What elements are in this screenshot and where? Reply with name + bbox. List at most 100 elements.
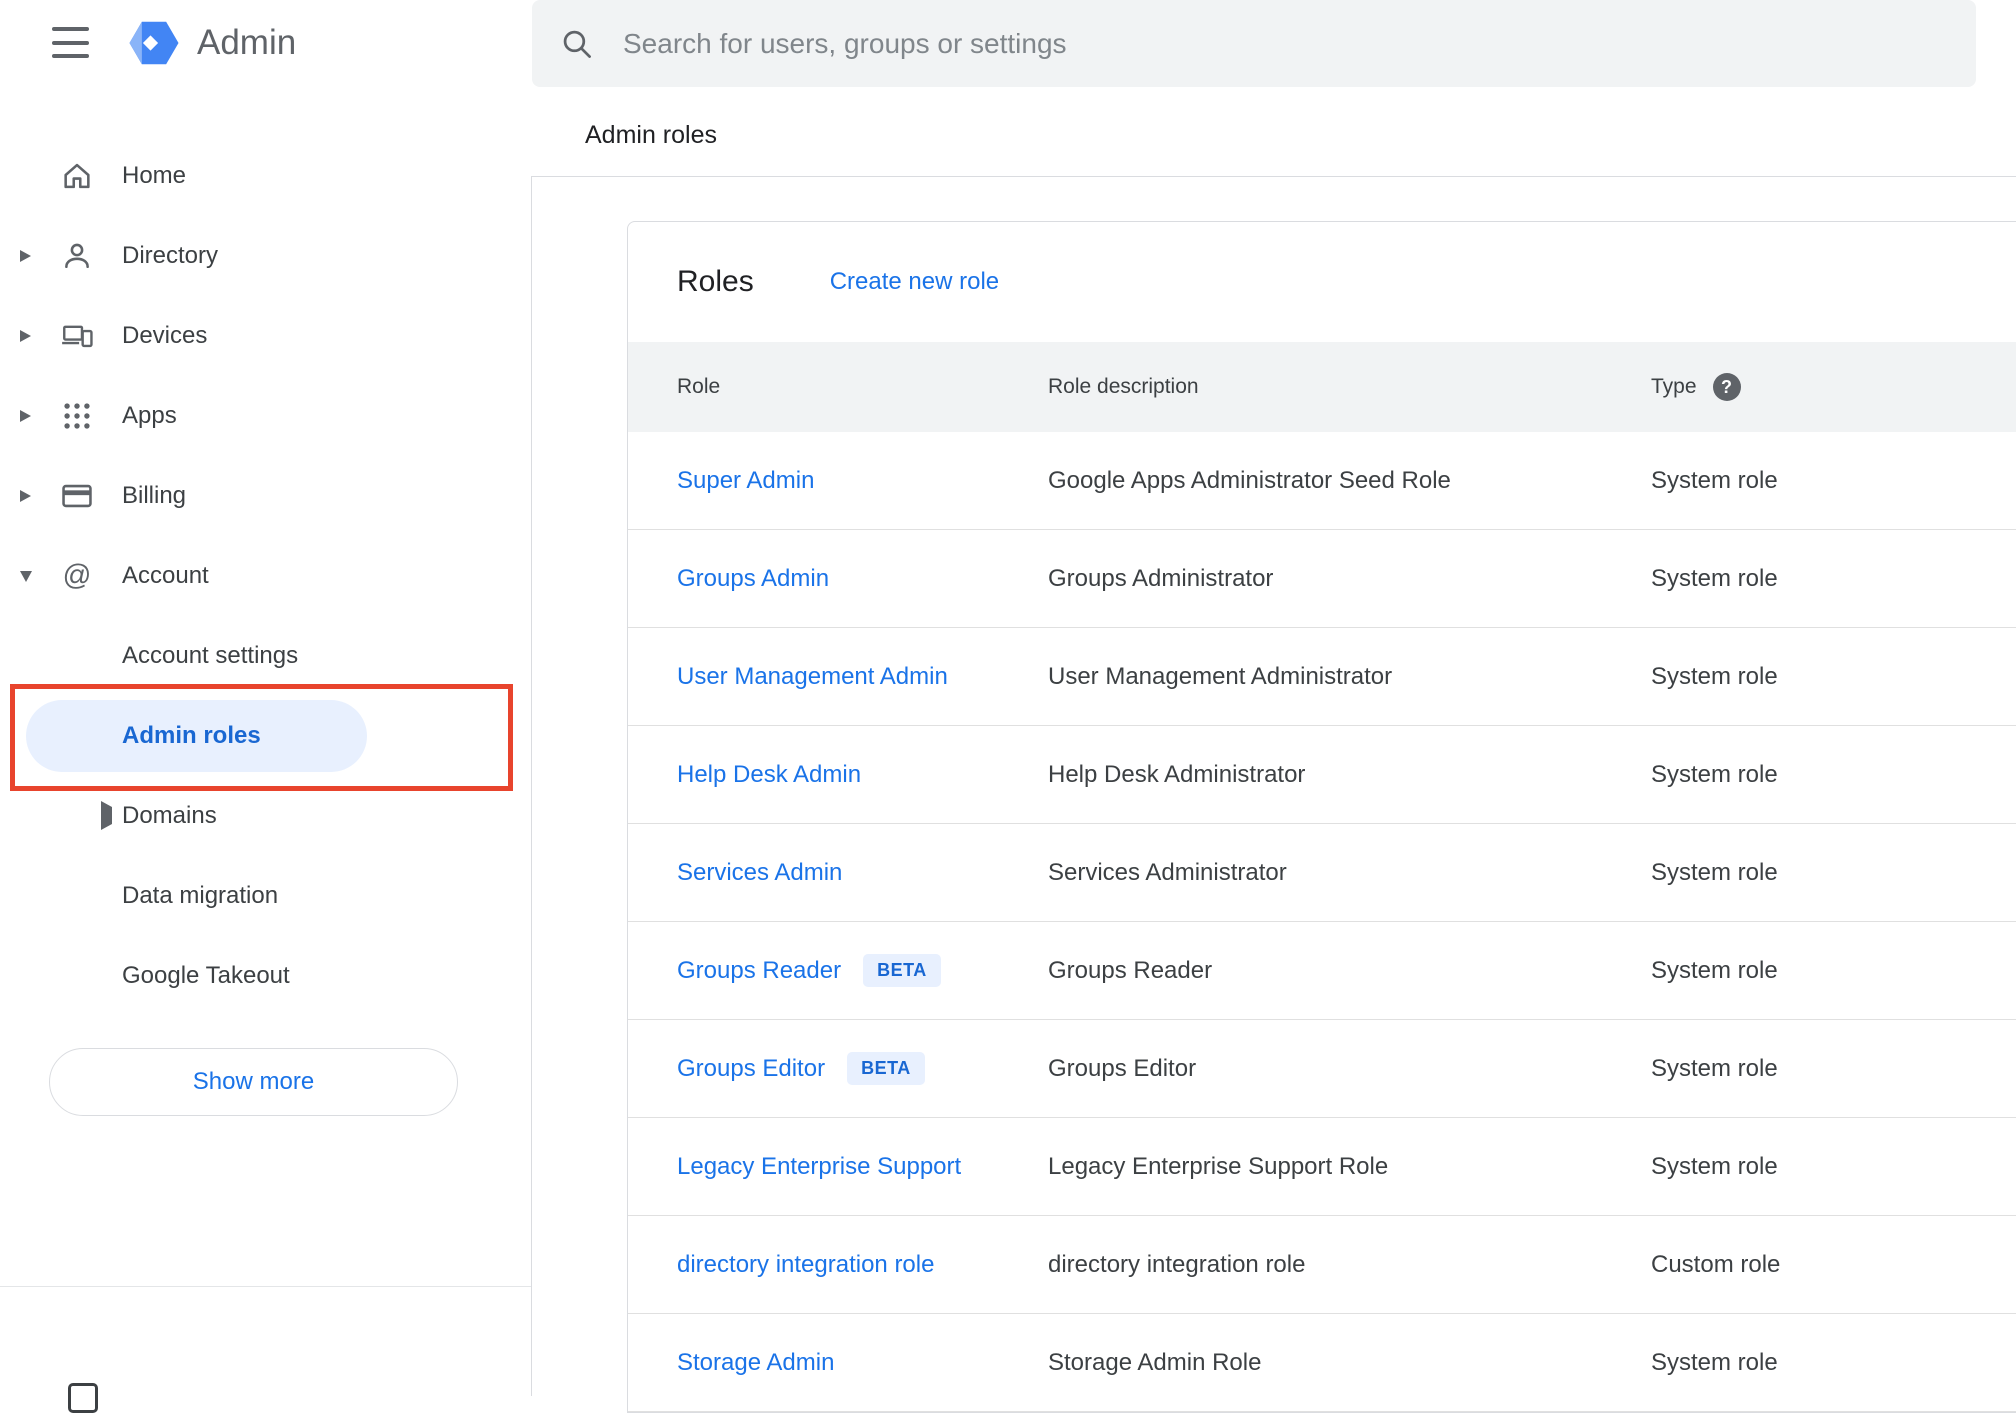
role-cell: directory integration role xyxy=(677,1251,1048,1279)
sidebar-item-apps[interactable]: Apps xyxy=(0,376,531,456)
role-description-cell: Groups Administrator xyxy=(1048,564,1274,592)
role-cell: Services Admin xyxy=(677,859,1048,887)
role-link[interactable]: Storage Admin xyxy=(677,1349,834,1377)
sidebar-item-billing[interactable]: Billing xyxy=(0,456,531,536)
role-link[interactable]: Groups Admin xyxy=(677,565,829,593)
role-cell: Groups Editor BETA xyxy=(677,1052,1048,1085)
column-header-description: Role description xyxy=(1048,375,1651,399)
role-link[interactable]: Legacy Enterprise Support xyxy=(677,1153,961,1181)
sidebar-item-directory[interactable]: Directory xyxy=(0,216,531,296)
role-link[interactable]: Super Admin xyxy=(677,467,814,495)
create-new-role-link[interactable]: Create new role xyxy=(830,268,999,296)
role-description-cell: Storage Admin Role xyxy=(1048,1348,1262,1376)
role-description-cell: Services Administrator xyxy=(1048,858,1287,886)
page-title: Admin roles xyxy=(585,121,717,149)
sidebar-subitem-account-settings[interactable]: Account settings xyxy=(0,616,531,696)
table-row: directory integration role directory inte… xyxy=(628,1216,2016,1314)
chevron-right-icon[interactable] xyxy=(0,250,60,262)
sidebar-item-label: Billing xyxy=(122,482,187,509)
role-link[interactable]: User Management Admin xyxy=(677,663,948,691)
table-row: Storage Admin Storage Admin Role System ro… xyxy=(628,1314,2016,1412)
svg-text:@: @ xyxy=(63,560,92,592)
admin-brand[interactable]: Admin xyxy=(126,14,296,72)
role-link[interactable]: Groups Editor xyxy=(677,1055,825,1083)
role-cell: Super Admin xyxy=(677,467,1048,495)
sidebar-item-label: Data migration xyxy=(122,882,279,909)
sidebar-item-devices[interactable]: Devices xyxy=(0,296,531,376)
chevron-right-icon[interactable] xyxy=(0,410,60,422)
devices-icon xyxy=(60,319,94,353)
role-type-cell: System role xyxy=(1651,564,1778,592)
role-link[interactable]: directory integration role xyxy=(677,1251,934,1279)
person-icon xyxy=(60,239,94,273)
role-type-cell: System role xyxy=(1651,662,1778,690)
sidebar-item-label: Admin roles xyxy=(122,722,261,749)
menu-icon[interactable] xyxy=(52,27,90,58)
feedback-icon[interactable] xyxy=(68,1383,98,1413)
sidebar-subitem-data-migration[interactable]: Data migration xyxy=(0,856,531,936)
sidebar-subitem-domains[interactable]: Domains xyxy=(0,776,531,856)
sidebar-bottom-divider xyxy=(0,1286,531,1287)
beta-badge: BETA xyxy=(847,1052,925,1085)
column-header-type-label: Type xyxy=(1651,375,1697,398)
table-row: User Management Admin User Management Adm… xyxy=(628,628,2016,726)
role-description-cell: Groups Reader xyxy=(1048,956,1213,984)
help-icon[interactable]: ? xyxy=(1712,373,1741,401)
role-cell: Storage Admin xyxy=(677,1349,1048,1377)
table-row: Groups Admin Groups Administrator System r… xyxy=(628,530,2016,628)
chevron-right-icon[interactable] xyxy=(0,330,60,342)
search-input[interactable] xyxy=(623,27,1948,60)
sidebar-subitem-admin-roles[interactable]: Admin roles xyxy=(0,696,531,776)
role-description-cell: User Management Administrator xyxy=(1048,662,1393,690)
billing-icon xyxy=(60,479,94,513)
chevron-right-icon[interactable] xyxy=(101,801,112,830)
roles-card: Roles Create new role Role Role descript… xyxy=(627,221,2016,1413)
table-row: Groups Reader BETA Groups Reader System rol… xyxy=(628,922,2016,1020)
admin-logo-icon xyxy=(126,15,182,71)
role-link[interactable]: Groups Reader xyxy=(677,957,841,985)
sidebar-item-label: Domains xyxy=(122,802,217,829)
role-description-cell: Google Apps Administrator Seed Role xyxy=(1048,466,1451,494)
sidebar-subitem-google-takeout[interactable]: Google Takeout xyxy=(0,936,531,1016)
sidebar-nav: Home Directory Devices Apps Billing @ Account A… xyxy=(0,136,531,1016)
roles-card-title: Roles xyxy=(677,265,754,298)
role-link[interactable]: Help Desk Admin xyxy=(677,761,861,789)
search-icon xyxy=(560,27,593,60)
role-type-cell: System role xyxy=(1651,858,1778,886)
role-cell: Legacy Enterprise Support xyxy=(677,1153,1048,1181)
role-description-cell: Legacy Enterprise Support Role xyxy=(1048,1152,1389,1180)
role-cell: Help Desk Admin xyxy=(677,761,1048,789)
table-row: Help Desk Admin Help Desk Administrator Sy… xyxy=(628,726,2016,824)
sidebar-item-label: Account settings xyxy=(122,642,299,669)
app-name: Admin xyxy=(197,23,297,62)
sidebar-item-label: Devices xyxy=(122,322,208,349)
chevron-down-icon[interactable] xyxy=(0,570,60,582)
role-cell: User Management Admin xyxy=(677,663,1048,691)
sidebar-item-label: Home xyxy=(122,162,187,189)
roles-table-body: Super Admin Google Apps Administrator See… xyxy=(628,432,2016,1412)
chevron-right-icon[interactable] xyxy=(0,490,60,502)
role-type-cell: System role xyxy=(1651,760,1778,788)
sidebar-item-home[interactable]: Home xyxy=(0,136,531,216)
table-row: Legacy Enterprise Support Legacy Enterpri… xyxy=(628,1118,2016,1216)
show-more-button[interactable]: Show more xyxy=(49,1048,458,1116)
table-header-row: Role Role description Type ? xyxy=(628,342,2016,432)
role-type-cell: Custom role xyxy=(1651,1250,1781,1278)
search-bar[interactable] xyxy=(532,0,1976,87)
table-row: Services Admin Services Administrator Syst… xyxy=(628,824,2016,922)
sidebar-item-label: Apps xyxy=(122,402,177,429)
sidebar-item-account[interactable]: @ Account xyxy=(0,536,531,616)
role-description-cell: Groups Editor xyxy=(1048,1054,1197,1082)
role-type-cell: System role xyxy=(1651,466,1778,494)
role-link[interactable]: Services Admin xyxy=(677,859,842,887)
table-row: Groups Editor BETA Groups Editor System rol… xyxy=(628,1020,2016,1118)
role-description-cell: directory integration role xyxy=(1048,1250,1306,1278)
sidebar-divider xyxy=(531,176,532,1396)
role-type-cell: System role xyxy=(1651,1152,1778,1180)
roles-card-header: Roles Create new role xyxy=(628,222,2016,342)
role-cell: Groups Admin xyxy=(677,565,1048,593)
beta-badge: BETA xyxy=(863,954,941,987)
column-header-role-label: Role xyxy=(677,375,721,398)
header-divider xyxy=(531,176,2016,177)
role-type-cell: System role xyxy=(1651,1348,1778,1376)
